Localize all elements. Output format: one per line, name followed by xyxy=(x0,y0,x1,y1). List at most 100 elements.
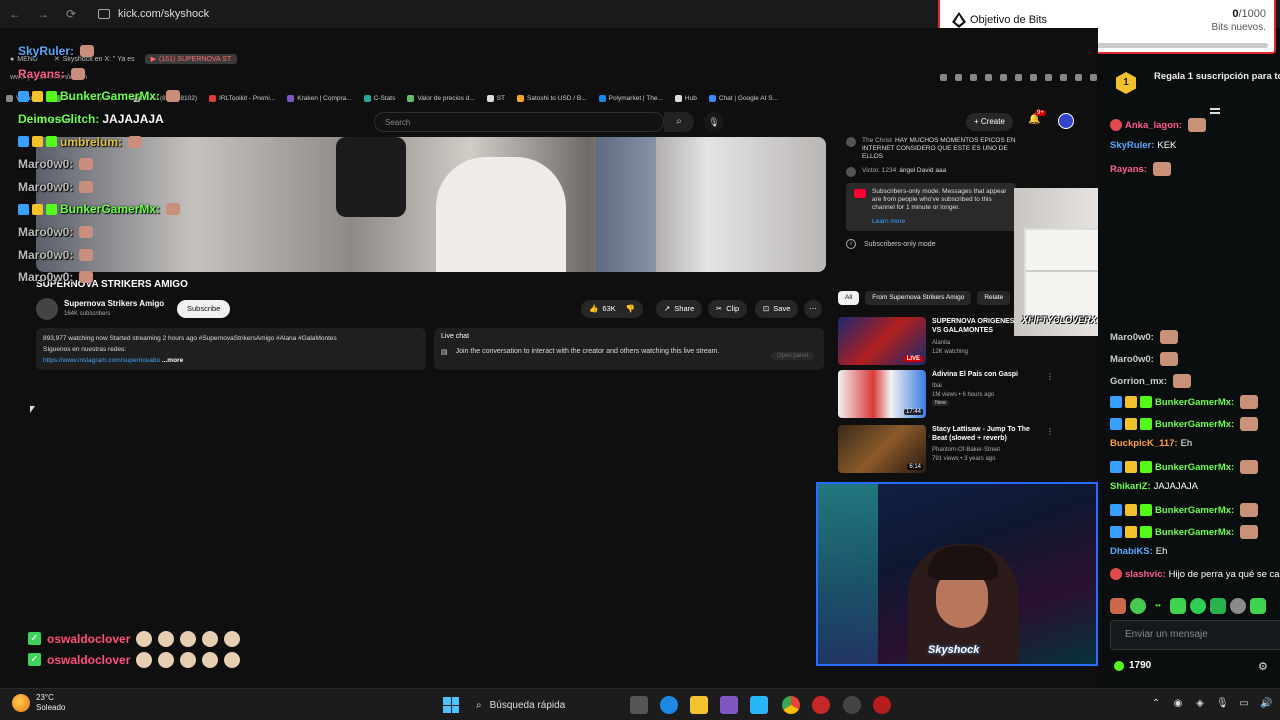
bookmark-item[interactable]: Chat | Google AI S... xyxy=(708,91,778,105)
subscribe-button[interactable]: Subscribe xyxy=(177,300,231,318)
clip-button[interactable]: ✂ Clip xyxy=(708,300,748,318)
back-button[interactable]: ← xyxy=(8,7,22,21)
chat-message[interactable]: SkyRuler: KEK xyxy=(1110,140,1176,151)
emote-icon xyxy=(158,651,175,668)
chat-message[interactable]: BunkerGamerMx: xyxy=(1110,525,1259,539)
filter-chip[interactable]: All xyxy=(838,291,860,305)
bookmark-item[interactable]: Kraken | Compra... xyxy=(287,91,352,105)
app-icon[interactable] xyxy=(750,696,768,714)
monitor-icon[interactable]: ▭ xyxy=(1238,698,1250,710)
like-button[interactable]: 👍 63K 👎 xyxy=(581,300,644,318)
obs-icon[interactable] xyxy=(843,696,861,714)
bookmark-item[interactable]: Satoshi to USD / B... xyxy=(517,91,587,105)
recommended-stats: 791 views • 3 years ago xyxy=(932,456,996,462)
live-badge: LIVE xyxy=(903,356,923,362)
windows-start-icon[interactable] xyxy=(443,697,459,713)
tray-icon[interactable]: ◉ xyxy=(1172,698,1184,710)
bookmark-item[interactable]: ST xyxy=(486,91,505,105)
microphone-icon[interactable]: 🎙 xyxy=(1216,698,1229,710)
share-button[interactable]: ↗ Share xyxy=(656,300,703,318)
task-view-icon[interactable] xyxy=(630,696,648,714)
emote-icon[interactable] xyxy=(1130,598,1146,614)
app-icon[interactable] xyxy=(720,696,738,714)
chevron-up-icon[interactable]: ⌃ xyxy=(1150,698,1162,710)
app-icon[interactable] xyxy=(873,696,891,714)
address-bar[interactable]: kick.com/skyshock xyxy=(98,8,209,20)
channel-avatar[interactable] xyxy=(36,298,58,320)
chat-message[interactable]: Gorrion_mx: xyxy=(1110,374,1192,388)
forward-button[interactable]: → xyxy=(36,7,50,21)
microphone-icon[interactable]: 🎙 xyxy=(704,112,724,132)
chat-username: BunkerGamerMx: xyxy=(60,89,161,104)
chat-message[interactable]: ShikariZ: JAJAJAJA xyxy=(1110,481,1198,492)
chat-message[interactable]: DhabiKS: Eh xyxy=(1110,546,1167,557)
youtube-search-input[interactable]: Search xyxy=(374,112,664,132)
chat-message[interactable]: Rayans: xyxy=(1110,162,1171,176)
more-options-icon[interactable]: ⋮ xyxy=(1046,427,1054,436)
badge-icon xyxy=(1140,504,1152,516)
chat-message[interactable]: Anka_lagon: xyxy=(1110,118,1207,132)
expand-icon[interactable] xyxy=(1210,108,1220,114)
emote-icon xyxy=(79,271,94,284)
more-options-icon[interactable]: ⋮ xyxy=(1046,372,1054,381)
chat-message[interactable]: Maro0w0: xyxy=(1110,352,1178,366)
learn-more-link[interactable]: Learn more xyxy=(872,218,1008,226)
live-chat-panel: Live chat ▤ Join the conversation to inte… xyxy=(434,328,824,370)
thumbs-down-icon[interactable]: 👎 xyxy=(626,300,635,318)
emote-icon[interactable] xyxy=(1230,598,1246,614)
gift-subscription-banner[interactable]: 1 Regala 1 suscripción para tor posición… xyxy=(1098,64,1280,104)
reload-button[interactable]: ⟳ xyxy=(64,7,78,21)
chat-message[interactable]: Maro0w0: xyxy=(1110,330,1178,344)
channel-points[interactable]: 1790 xyxy=(1114,660,1151,671)
chat-message[interactable]: BuckpicK_117: Eh xyxy=(1110,438,1192,449)
chat-message[interactable]: BunkerGamerMx: xyxy=(1110,460,1259,474)
show-more-link[interactable]: ...more xyxy=(162,357,183,364)
bookmark-item[interactable]: Hub xyxy=(674,91,697,105)
video-description[interactable]: 893,977 watching now Started streaming 2… xyxy=(36,328,426,370)
search-icon[interactable]: ⌕ xyxy=(664,112,694,132)
chat-username: Maro0w0: xyxy=(18,179,74,194)
tray-icon[interactable]: ◈ xyxy=(1194,698,1206,710)
edge-icon[interactable] xyxy=(660,696,678,714)
gear-icon[interactable]: ⚙ xyxy=(1258,660,1268,673)
recommended-video[interactable]: 17:44 Adivina El País con Gaspi Ibai 1M … xyxy=(838,370,1098,418)
weather-widget[interactable]: 23°C Soleado xyxy=(12,693,65,713)
filter-chip[interactable]: Relate xyxy=(977,291,1011,305)
chat-message[interactable]: BunkerGamerMx: xyxy=(1110,503,1259,517)
channel-name[interactable]: Supernova Strikers Amigo xyxy=(64,299,164,308)
chat-message[interactable]: BunkerGamerMx: xyxy=(1110,417,1259,431)
emote-icon[interactable] xyxy=(1210,598,1226,614)
taskbar-search[interactable]: ⌕ Búsqueda rápida xyxy=(470,694,620,716)
site-settings-icon[interactable] xyxy=(98,9,110,19)
emote-icon[interactable] xyxy=(1110,598,1126,614)
notifications-icon[interactable]: 🔔 9+ xyxy=(1028,110,1046,128)
youtube-chat: The Christ HAY MUCHOS MOMENTOS EPICOS EN … xyxy=(846,137,1016,277)
emote-icon[interactable]: •• xyxy=(1150,598,1166,614)
avatar[interactable] xyxy=(1058,113,1074,129)
chat-message: BunkerGamerMx: xyxy=(18,198,278,221)
bookmark-item[interactable]: Polymarket | The... xyxy=(598,91,663,105)
emote-icon[interactable] xyxy=(1250,598,1266,614)
save-button[interactable]: ⊡ Save xyxy=(755,300,799,318)
emote-icon[interactable] xyxy=(1190,598,1206,614)
filter-chip[interactable]: From Supernova Strikers Amigo xyxy=(865,291,972,305)
emote-icon[interactable] xyxy=(1170,598,1186,614)
chat-username: DhabiKS: xyxy=(1110,546,1153,557)
chat-message-input[interactable]: Enviar un mensaje xyxy=(1110,620,1280,650)
app-icon[interactable] xyxy=(812,696,830,714)
chat-message[interactable]: slashvic: Hijo de perra ya qué se ca xyxy=(1110,568,1280,580)
bookmark-icon xyxy=(287,94,295,102)
volume-icon[interactable]: 🔊 xyxy=(1260,698,1272,710)
bookmark-item[interactable]: C-Stats xyxy=(363,91,395,105)
description-link[interactable]: https://www.instagram.com/supernovabo xyxy=(43,357,160,364)
scissors-icon: ✂ xyxy=(716,304,723,313)
open-panel-button[interactable]: Open panel xyxy=(770,352,814,360)
create-button[interactable]: + Create xyxy=(966,113,1013,131)
chat-message[interactable]: BunkerGamerMx: xyxy=(1110,395,1259,409)
file-explorer-icon[interactable] xyxy=(690,696,708,714)
more-actions-button[interactable]: ⋯ xyxy=(804,300,822,318)
chrome-icon[interactable] xyxy=(782,696,800,714)
emote-icon xyxy=(202,651,219,668)
bookmark-item[interactable]: Valor de precios d... xyxy=(407,91,475,105)
recommended-video[interactable]: 6:14 Stacy Lattisaw - Jump To The Beat (… xyxy=(838,425,1098,473)
